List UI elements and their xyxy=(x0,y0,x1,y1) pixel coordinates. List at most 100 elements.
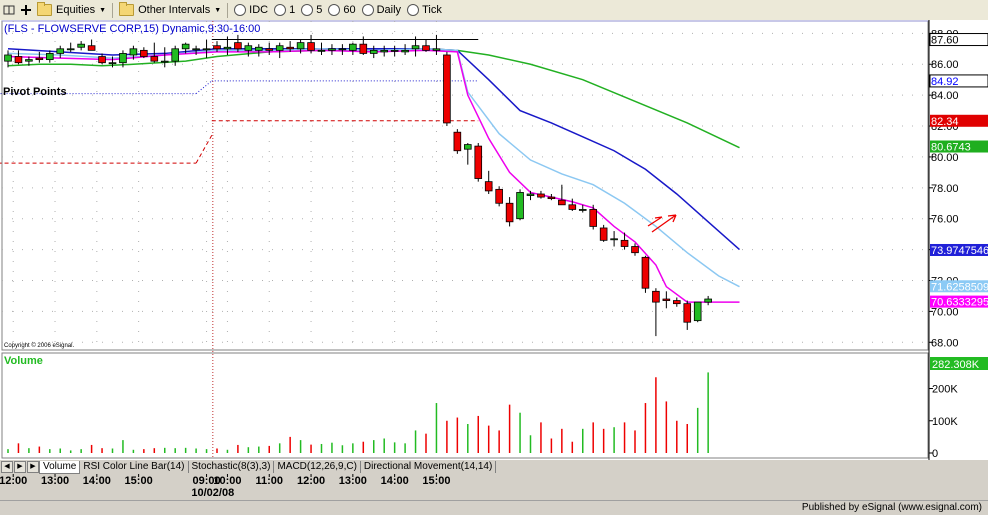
time-tick-label: 10:00 xyxy=(213,475,241,487)
candle-body xyxy=(526,193,535,196)
candle-body xyxy=(46,53,54,61)
time-tick-label: 14:00 xyxy=(83,475,111,487)
candle-body xyxy=(192,48,200,51)
price-tick-label: 84.00 xyxy=(931,90,959,102)
published-by-text: Published by eSignal (www.esignal.com) xyxy=(801,502,982,513)
interval-idc-button[interactable]: IDC xyxy=(231,1,271,19)
candle-body xyxy=(484,181,493,192)
tab-volume[interactable]: Volume xyxy=(39,460,81,474)
interval-label: 60 xyxy=(343,4,356,16)
other-intervals-dropdown[interactable]: Other Intervals ▼ xyxy=(116,1,224,19)
candle-body xyxy=(589,209,597,227)
candle-body xyxy=(683,303,692,323)
equities-label: Equities xyxy=(56,4,96,16)
candle-body xyxy=(349,43,357,51)
price-tick-label: 86.00 xyxy=(931,59,959,71)
candle-body xyxy=(662,298,671,301)
candle-body xyxy=(516,192,524,220)
candle-body xyxy=(328,48,336,51)
price-tick-label: 80.00 xyxy=(931,152,959,164)
candle-body xyxy=(599,227,608,241)
candle-body xyxy=(401,49,409,53)
time-axis: 12:00 13:00 14:00 15:00 09:0010:00 11:00 12:00… xyxy=(0,474,988,500)
candle-body xyxy=(87,45,96,51)
price-marker-label: 80.6743 xyxy=(931,142,971,154)
candle-body xyxy=(213,45,221,50)
scroll-right-end-button[interactable]: ▶ xyxy=(27,461,39,473)
volume-tick-label: 200K xyxy=(932,384,958,396)
interval-5-button[interactable]: 5 xyxy=(298,1,325,19)
candle-body xyxy=(673,300,681,305)
equities-dropdown[interactable]: Equities ▼ xyxy=(34,1,109,19)
candle-body xyxy=(359,43,368,54)
candle-body xyxy=(432,48,441,51)
candle-body xyxy=(422,45,430,51)
candle-body xyxy=(704,298,712,303)
interval-icon xyxy=(234,4,247,16)
candle-body xyxy=(234,42,242,50)
time-tick-label: 15:00 xyxy=(125,475,153,487)
time-tick-label: 13:00 xyxy=(339,475,367,487)
interval-icon xyxy=(328,4,341,16)
tab-directional-movement[interactable]: Directional Movement(14,14) xyxy=(361,461,497,473)
link-icon xyxy=(3,5,15,15)
price-chart[interactable]: 68.0070.0072.0074.0076.0078.0080.0082.00… xyxy=(0,20,988,460)
candle-body xyxy=(411,45,420,50)
interval-daily-button[interactable]: Daily xyxy=(359,1,404,19)
volume-title: Volume xyxy=(4,355,43,367)
candle-body xyxy=(286,46,294,50)
candle-body xyxy=(129,48,138,56)
candle-body xyxy=(254,46,263,51)
candle-body xyxy=(98,56,106,64)
candle-body xyxy=(641,256,650,289)
price-marker-label: 84.92 xyxy=(931,76,959,88)
volume-tick-label: 100K xyxy=(932,416,958,428)
time-tick-label: 12:00 xyxy=(297,475,325,487)
candle-body xyxy=(620,239,629,247)
candle-body xyxy=(547,196,556,200)
candle-body xyxy=(14,56,23,64)
scroll-right-button[interactable]: ▶ xyxy=(14,461,26,473)
interval-icon xyxy=(361,4,374,16)
study-label: Pivot Points xyxy=(3,86,67,98)
candle-body xyxy=(119,53,127,64)
interval-tick-button[interactable]: Tick xyxy=(404,1,445,19)
candle-body xyxy=(568,204,577,210)
candle-body xyxy=(631,246,639,254)
interval-60-button[interactable]: 60 xyxy=(325,1,358,19)
price-panel xyxy=(1,20,929,351)
candle-body xyxy=(265,48,274,51)
candle-body xyxy=(296,42,305,50)
volume-marker-label: 282.308K xyxy=(932,359,980,371)
date-label: 10/02/08 xyxy=(191,487,234,499)
time-tick-label: 11:00 xyxy=(255,475,283,487)
candle-body xyxy=(171,48,180,62)
candle-body xyxy=(77,43,85,48)
candle-body xyxy=(140,49,148,57)
candle-body xyxy=(160,60,169,63)
candle-body xyxy=(652,290,660,303)
time-tick-label: 15:00 xyxy=(422,475,450,487)
interval-icon xyxy=(274,4,287,16)
dropdown-arrow-icon: ▼ xyxy=(99,6,107,14)
add-button[interactable] xyxy=(18,1,34,19)
folder-icon xyxy=(37,2,52,16)
candle-body xyxy=(610,238,618,241)
dropdown-arrow-icon: ▼ xyxy=(214,6,222,14)
price-marker-label: 87.60 xyxy=(931,35,959,47)
candle-body xyxy=(537,193,545,198)
tab-rsi[interactable]: RSI Color Line Bar(14) xyxy=(80,461,189,473)
interval-label: 1 xyxy=(289,4,296,16)
candle-body xyxy=(307,42,315,51)
price-marker-label: 82.34 xyxy=(931,116,959,128)
tab-macd[interactable]: MACD(12,26,9,C) xyxy=(274,461,361,473)
candle-body xyxy=(35,57,44,61)
other-intervals-label: Other Intervals xyxy=(138,4,211,16)
candle-body xyxy=(150,56,159,62)
tab-stochastic[interactable]: Stochastic(8(3),3) xyxy=(189,461,275,473)
scroll-left-button[interactable]: ◀ xyxy=(1,461,13,473)
price-tick-label: 76.00 xyxy=(931,214,959,226)
candle-body xyxy=(578,209,587,211)
interval-1-button[interactable]: 1 xyxy=(271,1,298,19)
folder-icon xyxy=(119,2,135,16)
